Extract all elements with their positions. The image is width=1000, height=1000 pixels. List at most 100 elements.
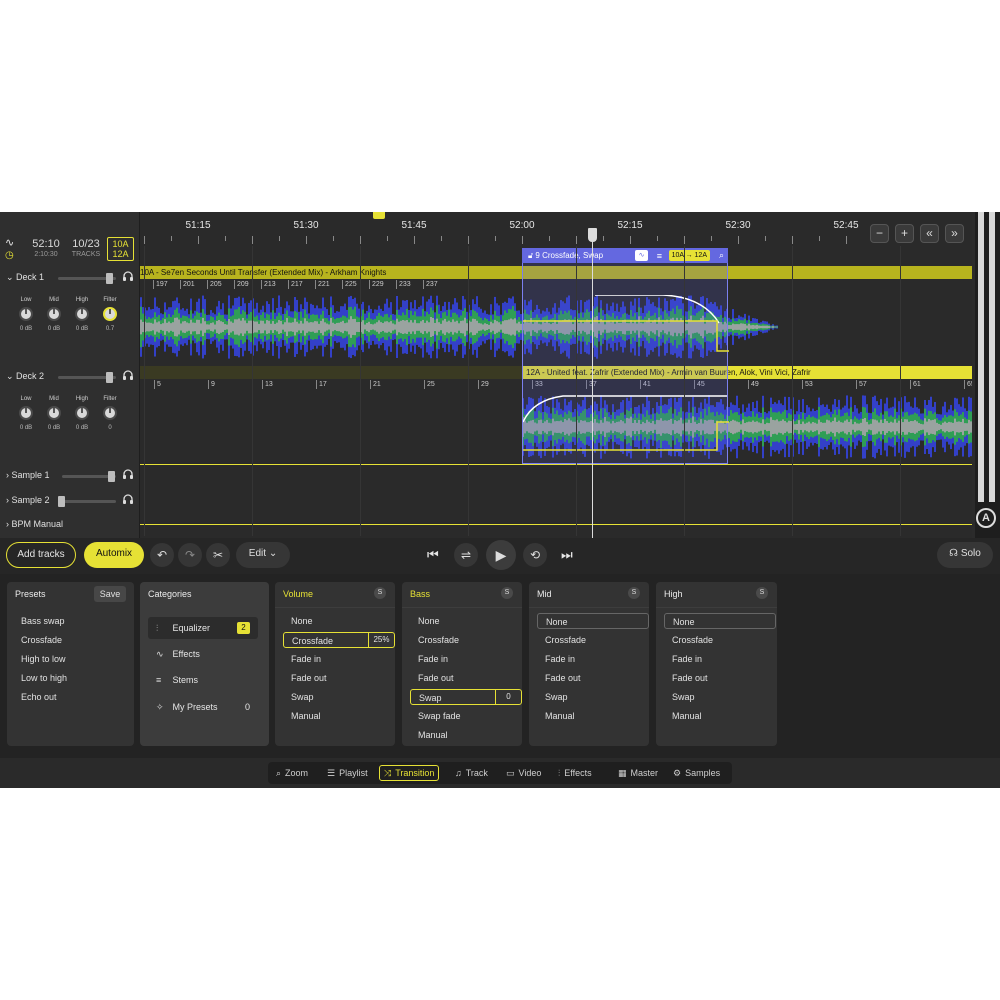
skip-next-icon[interactable]: ⏭︎	[561, 547, 573, 563]
add-tracks-button[interactable]: Add tracks	[6, 542, 76, 568]
volume-option[interactable]: None	[283, 613, 395, 629]
waveform-icon[interactable]: ∿	[5, 236, 14, 249]
slider-thumb[interactable]	[106, 273, 113, 284]
nav-effects[interactable]: ⫶ Effects	[554, 765, 596, 781]
play-button[interactable]: ▶	[486, 540, 516, 570]
preset-item[interactable]: Low to high	[13, 670, 125, 686]
sample-2-volume-slider[interactable]	[58, 496, 116, 507]
deck-2-toggle[interactable]: ⌄ Deck 2	[6, 371, 44, 382]
volume-option[interactable]: Crossfade 25%	[283, 632, 395, 648]
high-option[interactable]: Fade out	[664, 670, 776, 686]
zoom-out-button[interactable]: −	[870, 224, 889, 243]
undo-icon[interactable]: ↶	[150, 543, 174, 567]
category-my-presets[interactable]: ✧ My Presets 0	[148, 696, 258, 718]
nav-transition[interactable]: ⤨ Transition	[379, 765, 440, 781]
filter-knob[interactable]	[103, 307, 117, 321]
nav-playlist[interactable]: ☰ Playlist	[323, 765, 372, 781]
headphones-icon[interactable]	[122, 369, 134, 381]
list-icon[interactable]: ≡	[657, 249, 662, 264]
cut-icon[interactable]: ✂	[206, 543, 230, 567]
loop-icon[interactable]: ⟲	[523, 543, 547, 567]
sample-1-volume-slider[interactable]	[62, 471, 116, 482]
preset-item[interactable]: Echo out	[13, 689, 125, 705]
preset-item[interactable]: Bass swap	[13, 613, 125, 629]
volume-option[interactable]: Swap	[283, 689, 395, 705]
high-knob[interactable]	[75, 307, 89, 321]
volume-option[interactable]: Fade in	[283, 651, 395, 667]
mid-solo-badge[interactable]: S	[628, 587, 640, 599]
transition-key-badge[interactable]: 10A → 12A	[668, 250, 710, 261]
slider-thumb[interactable]	[106, 372, 113, 383]
high-option[interactable]: Fade in	[664, 651, 776, 667]
bass-option[interactable]: Crossfade	[410, 632, 522, 648]
playhead-handle[interactable]	[588, 228, 597, 242]
mid-option[interactable]: Fade in	[537, 651, 649, 667]
nav-video[interactable]: ▭ Video	[502, 765, 545, 781]
solo-button[interactable]: ☊ Solo	[937, 542, 993, 568]
low-knob[interactable]	[19, 307, 33, 321]
mid-knob[interactable]	[47, 406, 61, 420]
volume-option[interactable]: Manual	[283, 708, 395, 724]
deck-2-volume-slider[interactable]	[58, 372, 116, 383]
nav-zoom[interactable]: ⌕ Zoom	[272, 765, 312, 781]
mid-knob[interactable]	[47, 307, 61, 321]
sample-1-toggle[interactable]: › Sample 1	[6, 470, 50, 480]
lock-icon[interactable]: 🔓︎	[528, 251, 533, 260]
option-value[interactable]: 0	[495, 689, 521, 705]
high-solo-badge[interactable]: S	[756, 587, 768, 599]
headphones-icon[interactable]	[122, 270, 134, 282]
key-badge[interactable]: 10A 12A	[107, 237, 134, 261]
bass-option[interactable]: Fade out	[410, 670, 522, 686]
bpm-toggle[interactable]: › BPM Manual	[6, 519, 63, 529]
bass-option[interactable]: Swap fade	[410, 708, 522, 724]
timeline[interactable]: 51:15 51:30 51:45 52:00 52:15 52:30 52:45 10A …	[140, 212, 972, 538]
bass-option[interactable]: Swap 0	[410, 689, 522, 705]
nav-samples[interactable]: ⚙ Samples	[669, 765, 724, 781]
volume-option[interactable]: Fade out	[283, 670, 395, 686]
bass-solo-badge[interactable]: S	[501, 587, 513, 599]
fast-forward-icon[interactable]: »	[945, 224, 964, 243]
transition-header[interactable]: 🔓︎ 9 Crossfade, Swap ∿ ≡ 10A → 12A ⌕	[522, 248, 728, 263]
rewind-icon[interactable]: «	[920, 224, 939, 243]
category-equalizer[interactable]: ⫶ Equalizer 2	[148, 617, 258, 639]
mid-option[interactable]: Manual	[537, 708, 649, 724]
high-option[interactable]: Manual	[664, 708, 776, 724]
mid-option[interactable]: Swap	[537, 689, 649, 705]
save-preset-button[interactable]: Save	[94, 586, 126, 602]
high-option[interactable]: Swap	[664, 689, 776, 705]
sample-2-toggle[interactable]: › Sample 2	[6, 495, 50, 505]
volume-solo-badge[interactable]: S	[374, 587, 386, 599]
clock-icon[interactable]: ◷	[5, 250, 14, 261]
sync-icon[interactable]: ⇌	[454, 543, 478, 567]
nav-master[interactable]: ▦ Master	[614, 765, 662, 781]
nav-track[interactable]: ♫ Track	[451, 765, 492, 781]
high-knob[interactable]	[75, 406, 89, 420]
category-stems[interactable]: ≡ Stems	[148, 669, 258, 691]
slider-thumb[interactable]	[58, 496, 65, 507]
zoom-in-button[interactable]: +	[895, 224, 914, 243]
high-option[interactable]: Crossfade	[664, 632, 776, 648]
waveform-toggle-icon[interactable]: ∿	[635, 250, 648, 261]
preset-item[interactable]: High to low	[13, 651, 125, 667]
search-icon[interactable]: ⌕	[719, 248, 724, 263]
transition-region[interactable]	[522, 248, 729, 464]
bass-option[interactable]: Fade in	[410, 651, 522, 667]
headphones-icon[interactable]	[122, 493, 134, 505]
playhead[interactable]	[592, 228, 593, 538]
slider-thumb[interactable]	[108, 471, 115, 482]
deck-1-toggle[interactable]: ⌄ Deck 1	[6, 272, 44, 283]
edit-dropdown[interactable]: Edit ⌄	[236, 542, 290, 568]
filter-knob[interactable]	[103, 406, 117, 420]
bass-option[interactable]: None	[410, 613, 522, 629]
low-knob[interactable]	[19, 406, 33, 420]
high-option[interactable]: None	[664, 613, 776, 629]
headphones-icon[interactable]	[122, 468, 134, 480]
category-effects[interactable]: ∿ Effects	[148, 643, 258, 665]
bass-option[interactable]: Manual	[410, 727, 522, 743]
preset-item[interactable]: Crossfade	[13, 632, 125, 648]
loop-marker[interactable]	[373, 212, 385, 219]
redo-icon[interactable]: ↷	[178, 543, 202, 567]
option-value[interactable]: 25%	[368, 632, 394, 648]
skip-previous-icon[interactable]: ⏮︎	[427, 547, 439, 563]
mid-option[interactable]: None	[537, 613, 649, 629]
